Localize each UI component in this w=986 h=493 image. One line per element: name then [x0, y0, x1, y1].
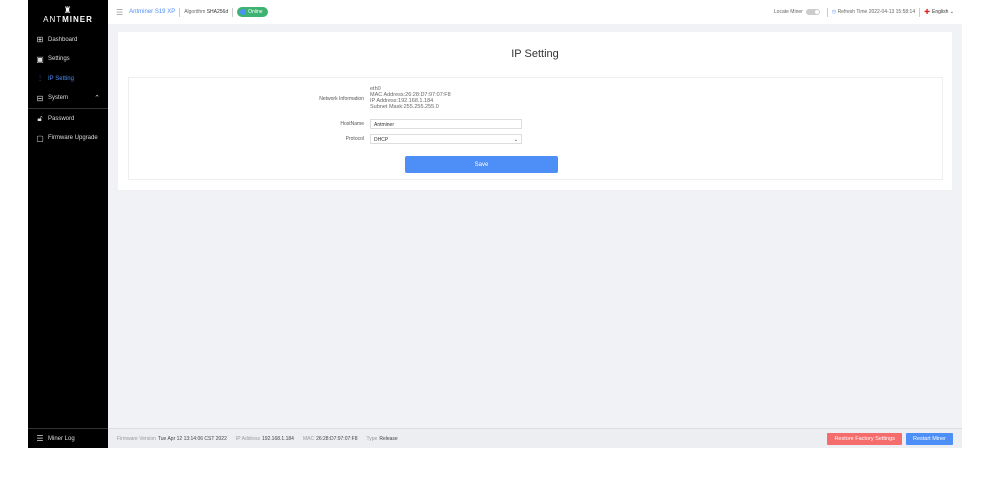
chevron-down-icon: ⌄ — [513, 137, 518, 143]
locate-miner-toggle[interactable] — [805, 9, 820, 15]
ip-value: 192.168.1.184 — [261, 435, 294, 442]
sidebar-item-ip-setting[interactable]: ⫶ IP Setting — [28, 69, 108, 89]
sidebar-item-password[interactable]: 🔓︎ Password — [28, 109, 108, 129]
ip-setting-form: Network Information eth0 MAC Address:26:… — [128, 77, 943, 180]
protocol-row: Protocol DHCP ⌄ — [129, 134, 522, 144]
clock-icon: ◷ — [831, 9, 837, 15]
sliders-icon: ⫶ — [39, 73, 41, 83]
save-button[interactable]: Save — [405, 156, 558, 173]
settings-icon: ▣ — [36, 54, 44, 64]
hostname-row: HostName Antminer — [129, 119, 522, 129]
antminer-logo: ♜ ANTMINER — [28, 0, 108, 30]
miner-model: Antminer S19 XP — [129, 9, 176, 15]
chevron-up-icon: ⌃ — [94, 95, 100, 103]
divider — [232, 7, 234, 17]
hostname-input[interactable]: Antminer — [370, 119, 522, 129]
ip-label: IP Address — [235, 435, 260, 442]
sidebar-item-system[interactable]: ⊟ System ⌃ — [28, 89, 108, 109]
lock-icon: 🔓︎ — [37, 113, 43, 123]
flag-icon: ✚ — [924, 9, 930, 16]
log-icon: ☰ — [36, 434, 44, 443]
dashboard-icon: ⊞ — [36, 35, 44, 45]
header: ☰ Antminer S19 XP Algorithm SHA256d Onli… — [108, 0, 962, 24]
ant-logo-icon: ♜ — [63, 5, 73, 15]
mac-value: 26:28:D7:97:07:F8 — [316, 435, 358, 442]
system-icon: ⊟ — [36, 93, 44, 103]
firmware-version: Tue Apr 12 13:14:06 CST 2022 — [157, 435, 227, 442]
divider — [826, 7, 828, 17]
network-info-label: Network Information — [319, 96, 364, 102]
restart-miner-button[interactable]: Restart Miner — [905, 432, 953, 445]
chevron-down-icon: ⌄ — [949, 9, 954, 15]
subnet-mask: Subnet Mask:255.255.255.0 — [370, 104, 439, 110]
sidebar-item-miner-log[interactable]: ☰ Miner Log — [28, 428, 108, 448]
divider — [919, 7, 921, 17]
upgrade-icon: ▢ — [36, 133, 44, 143]
hostname-label: HostName — [340, 121, 364, 127]
protocol-label: Protocol — [345, 136, 364, 142]
algorithm-label: Algorithm — [184, 9, 206, 15]
footer: Firmware Version Tue Apr 12 13:14:06 CST … — [108, 428, 962, 448]
network-info-value: eth0 MAC Address:26:28:D7:97:07:F8 IP Ad… — [370, 86, 451, 110]
protocol-select[interactable]: DHCP ⌄ — [370, 134, 522, 144]
network-info-row: Network Information eth0 MAC Address:26:… — [129, 86, 451, 110]
page-title: IP Setting — [511, 48, 559, 60]
divider — [179, 7, 181, 17]
refresh-time: 2022-04-13 15:58:14 — [868, 9, 916, 15]
ip-setting-card: IP Setting Network Information eth0 MAC … — [118, 32, 952, 190]
sidebar-item-firmware-upgrade[interactable]: ▢ Firmware Upgrade — [28, 129, 108, 149]
menu-toggle-icon[interactable]: ☰ — [116, 8, 123, 17]
sidebar: ♜ ANTMINER ⊞ Dashboard ▣ Settings ⫶ IP Setti… — [28, 0, 108, 448]
language-select[interactable]: ✚ English ⌄ — [924, 8, 954, 16]
firmware-label: Firmware Version — [117, 435, 156, 442]
refresh-label: Refresh Time — [837, 9, 868, 15]
status-dot — [240, 9, 247, 15]
type-label: Type — [366, 435, 378, 442]
locate-miner-label: Locate Miner — [773, 9, 803, 15]
app: ♜ ANTMINER ⊞ Dashboard ▣ Settings ⫶ IP Setti… — [28, 0, 962, 448]
type-value: Release — [379, 435, 398, 442]
sidebar-item-dashboard[interactable]: ⊞ Dashboard — [28, 30, 108, 50]
mac-label: MAC — [302, 435, 315, 442]
status-badge: Online — [237, 7, 268, 17]
restore-factory-button[interactable]: Restore Factory Settings — [827, 432, 902, 445]
sidebar-item-settings[interactable]: ▣ Settings — [28, 50, 108, 70]
algorithm-value: SHA256d — [206, 9, 229, 15]
